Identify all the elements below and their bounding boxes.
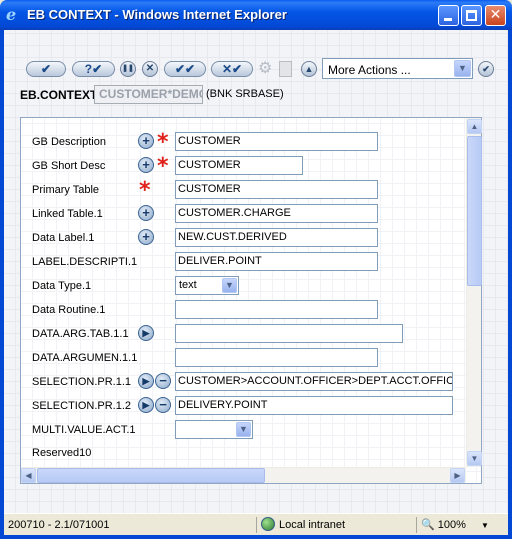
maximize-icon <box>466 10 477 21</box>
row-label: Data Type.1 <box>32 280 92 292</box>
expand-plus-icon[interactable]: + <box>138 133 154 149</box>
expand-arrow-icon[interactable]: ▶ <box>138 397 154 413</box>
row-label: Data Routine.1 <box>32 304 106 316</box>
scroll-right-arrow-icon[interactable]: ▶ <box>450 468 465 483</box>
zone-label: Local intranet <box>279 519 346 531</box>
required-star-icon: * <box>157 130 169 155</box>
scroll-down-arrow-icon[interactable]: ▼ <box>467 451 482 466</box>
row-label: Linked Table.1 <box>32 208 103 220</box>
row-label: Reserved10 <box>32 447 92 459</box>
scroll-up-button[interactable]: ▲ <box>301 61 317 77</box>
commit-icon: ✔ <box>40 62 52 76</box>
minimize-button[interactable] <box>438 5 459 26</box>
data-routine-input[interactable] <box>175 300 378 319</box>
validate-icon: ?✔ <box>84 62 103 76</box>
row-label: SELECTION.PR.1.1 <box>32 376 132 388</box>
expand-plus-icon[interactable]: + <box>138 205 154 221</box>
chevron-down-icon[interactable]: ▼ <box>236 422 251 437</box>
vertical-scrollbar[interactable]: ▲ ▼ <box>466 118 482 467</box>
title-bar: e EB CONTEXT - Windows Internet Explorer… <box>0 0 512 30</box>
validate-button[interactable]: ?✔ <box>72 61 115 77</box>
maximize-button[interactable] <box>461 5 482 26</box>
go-check-icon: ✔ <box>482 64 490 74</box>
scroll-thumb[interactable] <box>37 468 265 483</box>
hold-button[interactable]: ❚❚ <box>120 61 136 77</box>
row-label: Primary Table <box>32 184 100 196</box>
row-label: DATA.ARGUMEN.1.1 <box>32 352 138 364</box>
go-button[interactable]: ✔ <box>478 61 494 77</box>
close-button[interactable]: ✕ <box>485 5 506 26</box>
multi-value-select[interactable]: ▼ <box>175 420 253 439</box>
zoom-control[interactable]: 🔍 100% ▼ <box>416 517 504 533</box>
window-title: EB CONTEXT - Windows Internet Explorer <box>27 7 287 22</box>
chevron-down-icon[interactable]: ▼ <box>222 278 237 293</box>
record-id-field[interactable]: CUSTOMER*DEMO <box>94 85 203 104</box>
scroll-thumb[interactable] <box>467 136 482 286</box>
primary-table-input[interactable]: CUSTOMER <box>175 180 378 199</box>
expand-plus-icon[interactable]: + <box>138 229 154 245</box>
required-star-icon: * <box>139 178 151 203</box>
data-argument-input[interactable] <box>175 348 378 367</box>
authorise-button[interactable]: ✔✔ <box>164 61 206 77</box>
more-actions-value: More Actions ... <box>328 63 411 77</box>
status-bar: 200710 - 2.1/071001 Local intranet 🔍 100… <box>4 513 508 535</box>
remove-minus-icon[interactable]: − <box>155 373 171 389</box>
row-label: LABEL.DESCRIPTI.1 <box>32 256 138 268</box>
scroll-up-arrow-icon[interactable]: ▲ <box>467 119 482 134</box>
remove-minus-icon[interactable]: − <box>155 397 171 413</box>
context-label: EB.CONTEXT <box>20 88 98 102</box>
triangle-up-icon: ▲ <box>304 64 314 74</box>
data-type-select[interactable]: text ▼ <box>175 276 239 295</box>
company-label: (BNK SRBASE) <box>206 88 284 100</box>
close-icon: ✕ <box>489 7 502 23</box>
gear-icon: ⚙ <box>258 60 273 77</box>
reverse-button[interactable]: ✕✔ <box>211 61 253 77</box>
row-label: DATA.ARG.TAB.1.1 <box>32 328 129 340</box>
delete-x-icon: ✕ <box>145 63 155 74</box>
chevron-down-icon[interactable]: ▼ <box>454 60 471 77</box>
label-description-input[interactable]: DELIVER.POINT <box>175 252 378 271</box>
expand-plus-icon[interactable]: + <box>138 157 154 173</box>
zoom-magnifier-icon: 🔍 <box>421 519 435 531</box>
row-label: GB Description <box>32 136 106 148</box>
minimize-icon <box>444 18 452 21</box>
expand-arrow-icon[interactable]: ▶ <box>138 325 154 341</box>
selection-pr-2-input[interactable]: DELIVERY.POINT <box>175 396 453 415</box>
status-text: 200710 - 2.1/071001 <box>8 519 110 531</box>
data-label-input[interactable]: NEW.CUST.DERIVED <box>175 228 378 247</box>
pause-icon: ❚❚ <box>122 65 134 72</box>
scroll-left-arrow-icon[interactable]: ◀ <box>21 468 36 483</box>
data-arg-tab-input[interactable] <box>175 324 403 343</box>
more-actions-select[interactable]: More Actions ... ▼ <box>322 58 473 79</box>
delete-button[interactable]: ✕ <box>142 61 158 77</box>
intranet-globe-icon <box>261 517 275 531</box>
data-type-value: text <box>179 279 197 291</box>
required-star-icon: * <box>157 154 169 179</box>
row-label: SELECTION.PR.1.2 <box>32 400 132 412</box>
gb-description-input[interactable]: CUSTOMER <box>175 132 378 151</box>
ie-e-icon: e <box>6 5 17 24</box>
row-label: Data Label.1 <box>32 232 95 244</box>
zoom-value: 100% <box>437 519 466 531</box>
horizontal-scrollbar[interactable]: ◀ ▶ <box>21 467 466 483</box>
chevron-down-icon[interactable]: ▼ <box>481 521 489 530</box>
gb-short-desc-input[interactable]: CUSTOMER <box>175 156 303 175</box>
row-label: GB Short Desc <box>32 160 106 172</box>
document-icon <box>279 61 292 77</box>
commit-button[interactable]: ✔ <box>26 61 66 77</box>
linked-table-input[interactable]: CUSTOMER.CHARGE <box>175 204 378 223</box>
selection-pr-1-input[interactable]: CUSTOMER>ACCOUNT.OFFICER>DEPT.ACCT.OFFIC… <box>175 372 453 391</box>
row-label: MULTI.VALUE.ACT.1 <box>32 424 136 436</box>
reverse-icon: ✕✔ <box>221 62 243 76</box>
security-zone: Local intranet <box>256 517 416 533</box>
authorise-icon: ✔✔ <box>174 62 196 76</box>
expand-arrow-icon[interactable]: ▶ <box>138 373 154 389</box>
